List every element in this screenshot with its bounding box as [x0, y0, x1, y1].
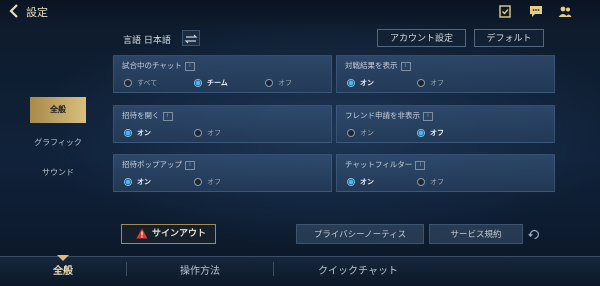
match-chat-setting: 試合中のチャット i すべて チーム オフ [113, 55, 332, 93]
warning-icon [136, 228, 148, 239]
account-settings-button[interactable]: アカウント設定 [377, 29, 466, 47]
battle-result-option-off[interactable]: オフ [417, 77, 444, 89]
info-icon[interactable]: i [184, 61, 195, 71]
tab-quick-chat[interactable]: クイックチャット [300, 262, 416, 277]
tab-divider [273, 262, 274, 276]
invite-open-option-off[interactable]: オフ [194, 127, 221, 139]
info-icon[interactable]: i [400, 61, 411, 71]
terms-of-service-button[interactable]: サービス規約 [429, 224, 523, 244]
match-chat-option-team[interactable]: チーム [194, 77, 228, 89]
tab-controls[interactable]: 操作方法 [160, 262, 240, 277]
radio-selected-icon [194, 79, 202, 87]
match-chat-option-off[interactable]: オフ [265, 77, 292, 89]
sign-out-label: サインアウト [152, 229, 207, 239]
info-icon[interactable]: i [423, 111, 433, 121]
sidebar-item-general[interactable]: 全般 [30, 97, 86, 123]
radio-icon [265, 79, 273, 87]
battle-result-option-on[interactable]: オン [347, 77, 374, 89]
invite-open-option-on[interactable]: オン [124, 127, 151, 139]
match-chat-label: 試合中のチャット [122, 61, 182, 70]
info-icon[interactable]: i [415, 160, 426, 170]
friend-request-hide-setting: フレンド申請を非表示 i オン オフ [336, 105, 555, 143]
friend-request-hide-label: フレンド申請を非表示 [345, 111, 420, 120]
active-tab-marker-icon [57, 255, 69, 261]
privacy-notice-button[interactable]: プライバシーノーティス [296, 224, 424, 244]
radio-selected-icon [124, 129, 132, 137]
swap-icon [184, 34, 198, 44]
chat-filter-setting: チャットフィルター i オン オフ [336, 154, 555, 192]
radio-selected-icon [124, 178, 132, 186]
sidebar-item-graphics[interactable]: グラフィック [30, 130, 86, 156]
info-icon[interactable]: i [162, 111, 173, 121]
chat-filter-label: チャットフィルター [345, 160, 413, 169]
chat-icon[interactable] [529, 5, 543, 18]
radio-icon [194, 178, 202, 186]
friends-icon[interactable] [558, 5, 572, 18]
invite-open-label: 招待を開く [122, 111, 160, 120]
invite-popup-option-on[interactable]: オン [124, 176, 151, 188]
invite-popup-setting: 招待ポップアップ i オン オフ [113, 154, 332, 192]
checklist-icon[interactable] [498, 5, 512, 18]
radio-icon [417, 178, 425, 186]
tab-general[interactable]: 全般 [40, 262, 86, 277]
radio-icon [347, 129, 355, 137]
language-label: 言語 日本語 [123, 36, 171, 46]
friend-request-hide-option-on[interactable]: オン [347, 127, 374, 139]
radio-selected-icon [347, 178, 355, 186]
radio-selected-icon [417, 129, 425, 137]
friend-request-hide-option-off[interactable]: オフ [417, 127, 444, 139]
radio-icon [417, 79, 425, 87]
battle-result-label: 対戦結果を表示 [345, 61, 398, 70]
chat-filter-option-on[interactable]: オン [347, 176, 374, 188]
invite-popup-option-off[interactable]: オフ [194, 176, 221, 188]
sidebar-item-sound[interactable]: サウンド [30, 160, 86, 186]
radio-selected-icon [347, 79, 355, 87]
battle-result-setting: 対戦結果を表示 i オン オフ [336, 55, 555, 93]
radio-icon [124, 79, 132, 87]
tab-divider [126, 262, 127, 276]
info-icon[interactable]: i [185, 160, 195, 170]
page-title: 設定 [26, 6, 48, 19]
language-swap-button[interactable] [182, 30, 200, 46]
back-icon[interactable] [6, 3, 22, 19]
radio-icon [194, 129, 202, 137]
invite-open-setting: 招待を開く i オン オフ [113, 105, 332, 143]
invite-popup-label: 招待ポップアップ [122, 160, 182, 169]
chat-filter-option-off[interactable]: オフ [417, 176, 444, 188]
refresh-icon[interactable] [528, 228, 541, 241]
sign-out-button[interactable]: サインアウト [121, 224, 216, 244]
match-chat-option-all[interactable]: すべて [124, 77, 157, 89]
default-button[interactable]: デフォルト [474, 29, 544, 47]
